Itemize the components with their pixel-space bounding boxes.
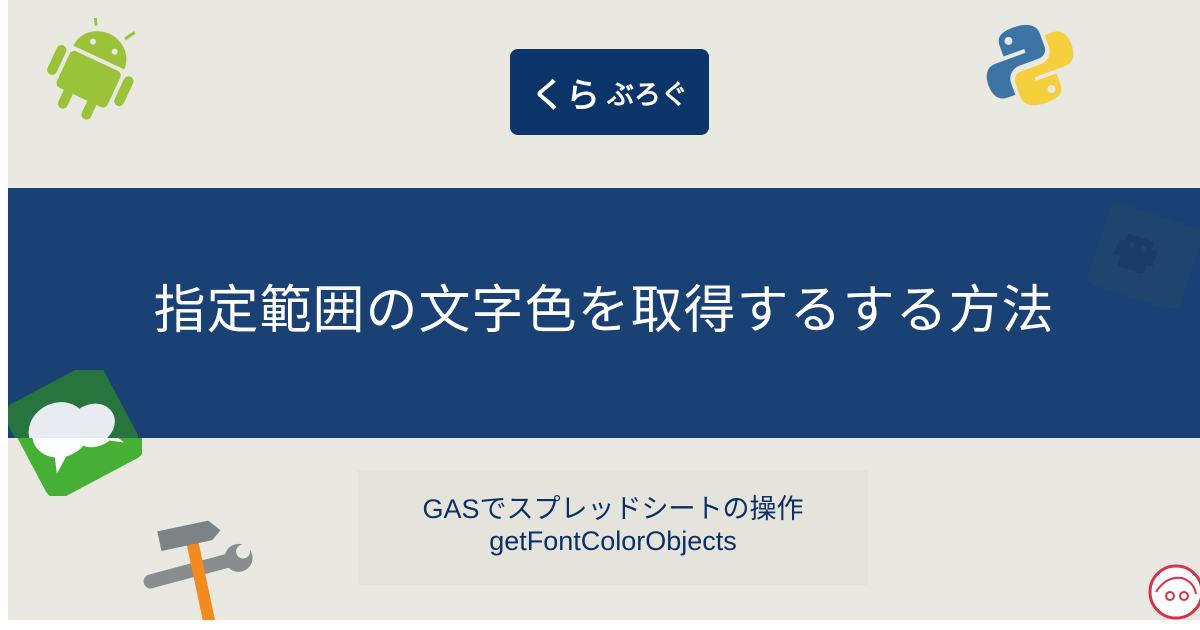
hammer-wrench-icon xyxy=(143,520,253,620)
chat-icon xyxy=(10,438,142,496)
title-banner: 指定範囲の文字色を取得するする方法 xyxy=(8,188,1200,438)
site-logo[interactable]: くら ぶろぐ xyxy=(510,49,709,135)
page-canvas: くら ぶろぐ 指定範囲の文字色を取得するする方法 GASでスプレッドシートの操作… xyxy=(8,0,1200,620)
page-title: 指定範囲の文字色を取得するする方法 xyxy=(153,281,1055,341)
subtitle-line-1: GASでスプレッドシートの操作 xyxy=(422,494,804,524)
logo-sub-text: ぶろぐ xyxy=(607,79,688,111)
subtitle-block: GASでスプレッドシートの操作 getFontColorObjects xyxy=(358,470,868,585)
android-icon xyxy=(47,18,136,120)
subtitle-line-2: getFontColorObjects xyxy=(489,526,737,556)
logo-main-text: くら xyxy=(531,75,601,116)
avatar-icon xyxy=(1148,564,1200,620)
python-icon xyxy=(986,24,1074,106)
